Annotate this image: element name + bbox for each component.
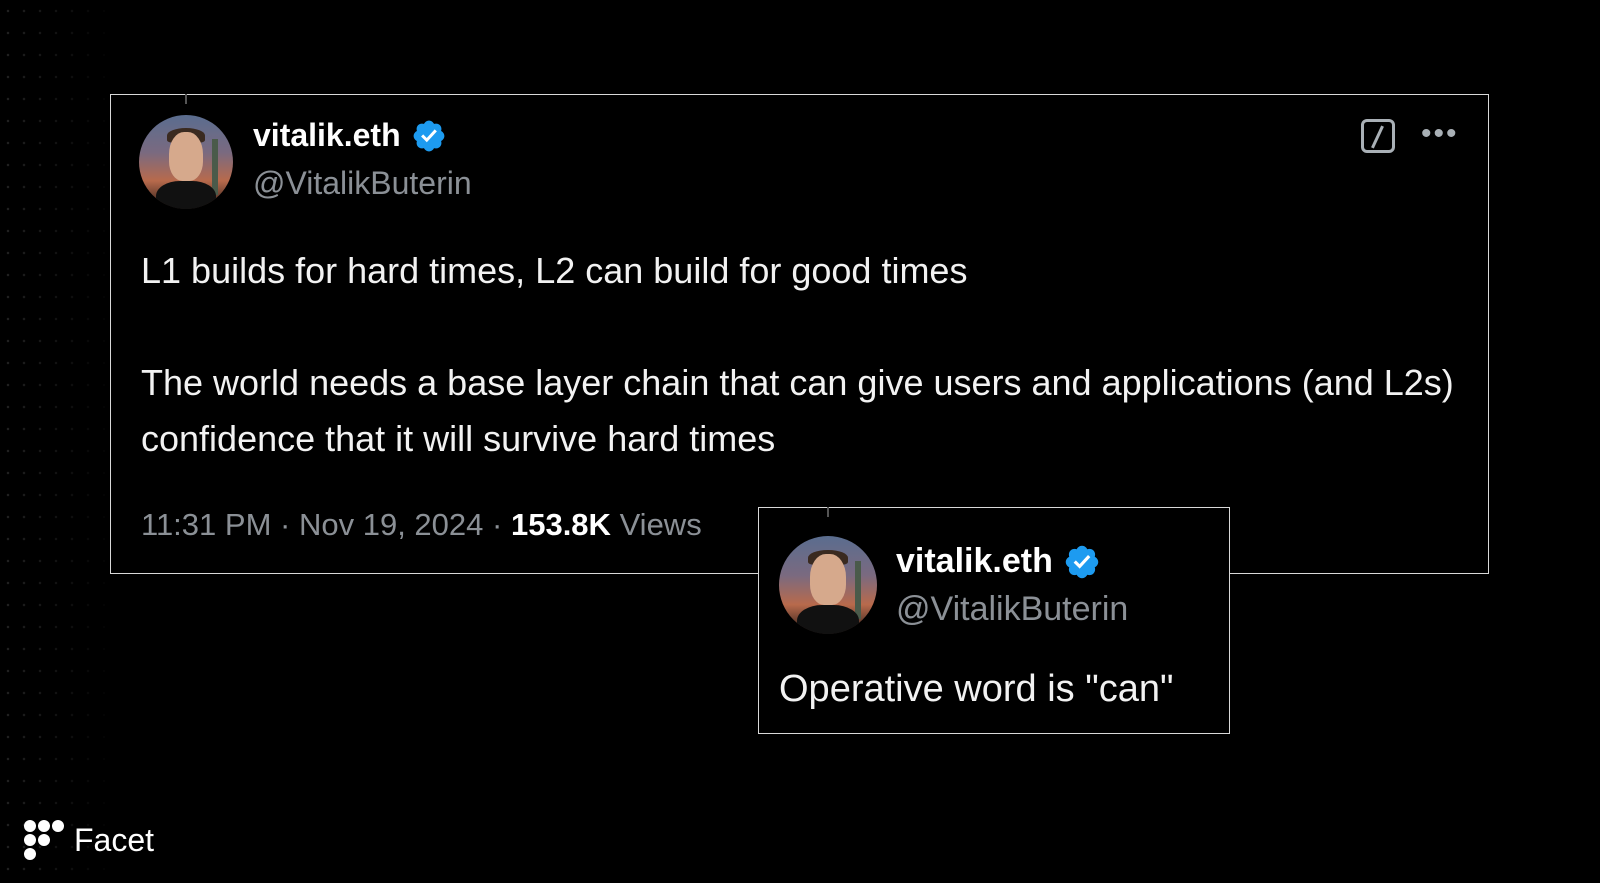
author-name[interactable]: vitalik.eth: [253, 117, 401, 154]
thread-connector: [185, 94, 187, 104]
author-name-row: vitalik.eth: [253, 117, 447, 154]
reply-author-handle[interactable]: @VitalikButerin: [896, 590, 1128, 629]
meta-separator: ·: [492, 507, 503, 542]
reply-author-avatar[interactable]: [779, 536, 877, 634]
reply-author-name-row: vitalik.eth: [896, 542, 1101, 581]
tweet-metadata: 11:31 PM · Nov 19, 2024 · 153.8K Views: [141, 507, 702, 543]
thread-connector: [827, 507, 829, 517]
brand-watermark: Facet: [24, 820, 154, 860]
author-avatar[interactable]: [139, 115, 233, 209]
brand-name: Facet: [74, 821, 155, 858]
tweet-body: L1 builds for hard times, L2 can build f…: [141, 243, 1461, 467]
tweet-date[interactable]: Nov 19, 2024: [299, 507, 483, 542]
author-handle[interactable]: @VitalikButerin: [253, 165, 472, 202]
dotted-background-pattern: [0, 0, 120, 883]
main-tweet-card: vitalik.eth @VitalikButerin ••• L1 build…: [110, 94, 1489, 574]
grok-icon[interactable]: [1361, 119, 1395, 153]
reply-author-name[interactable]: vitalik.eth: [896, 542, 1053, 581]
verified-badge-icon: [413, 120, 444, 151]
verified-badge-icon: [1065, 545, 1099, 578]
views-label: Views: [619, 507, 702, 542]
facet-logo-icon: [24, 820, 64, 860]
reply-tweet-card: vitalik.eth @VitalikButerin Operative wo…: [758, 507, 1230, 734]
tweet-time[interactable]: 11:31 PM: [141, 507, 271, 542]
views-count: 153.8K: [510, 507, 611, 542]
meta-separator: ·: [280, 507, 291, 542]
more-horizontal-icon[interactable]: •••: [1421, 117, 1459, 151]
tweet-paragraph: L1 builds for hard times, L2 can build f…: [141, 250, 968, 291]
tweet-paragraph: The world needs a base layer chain that …: [141, 362, 1454, 459]
reply-body: Operative word is "can": [779, 668, 1174, 710]
